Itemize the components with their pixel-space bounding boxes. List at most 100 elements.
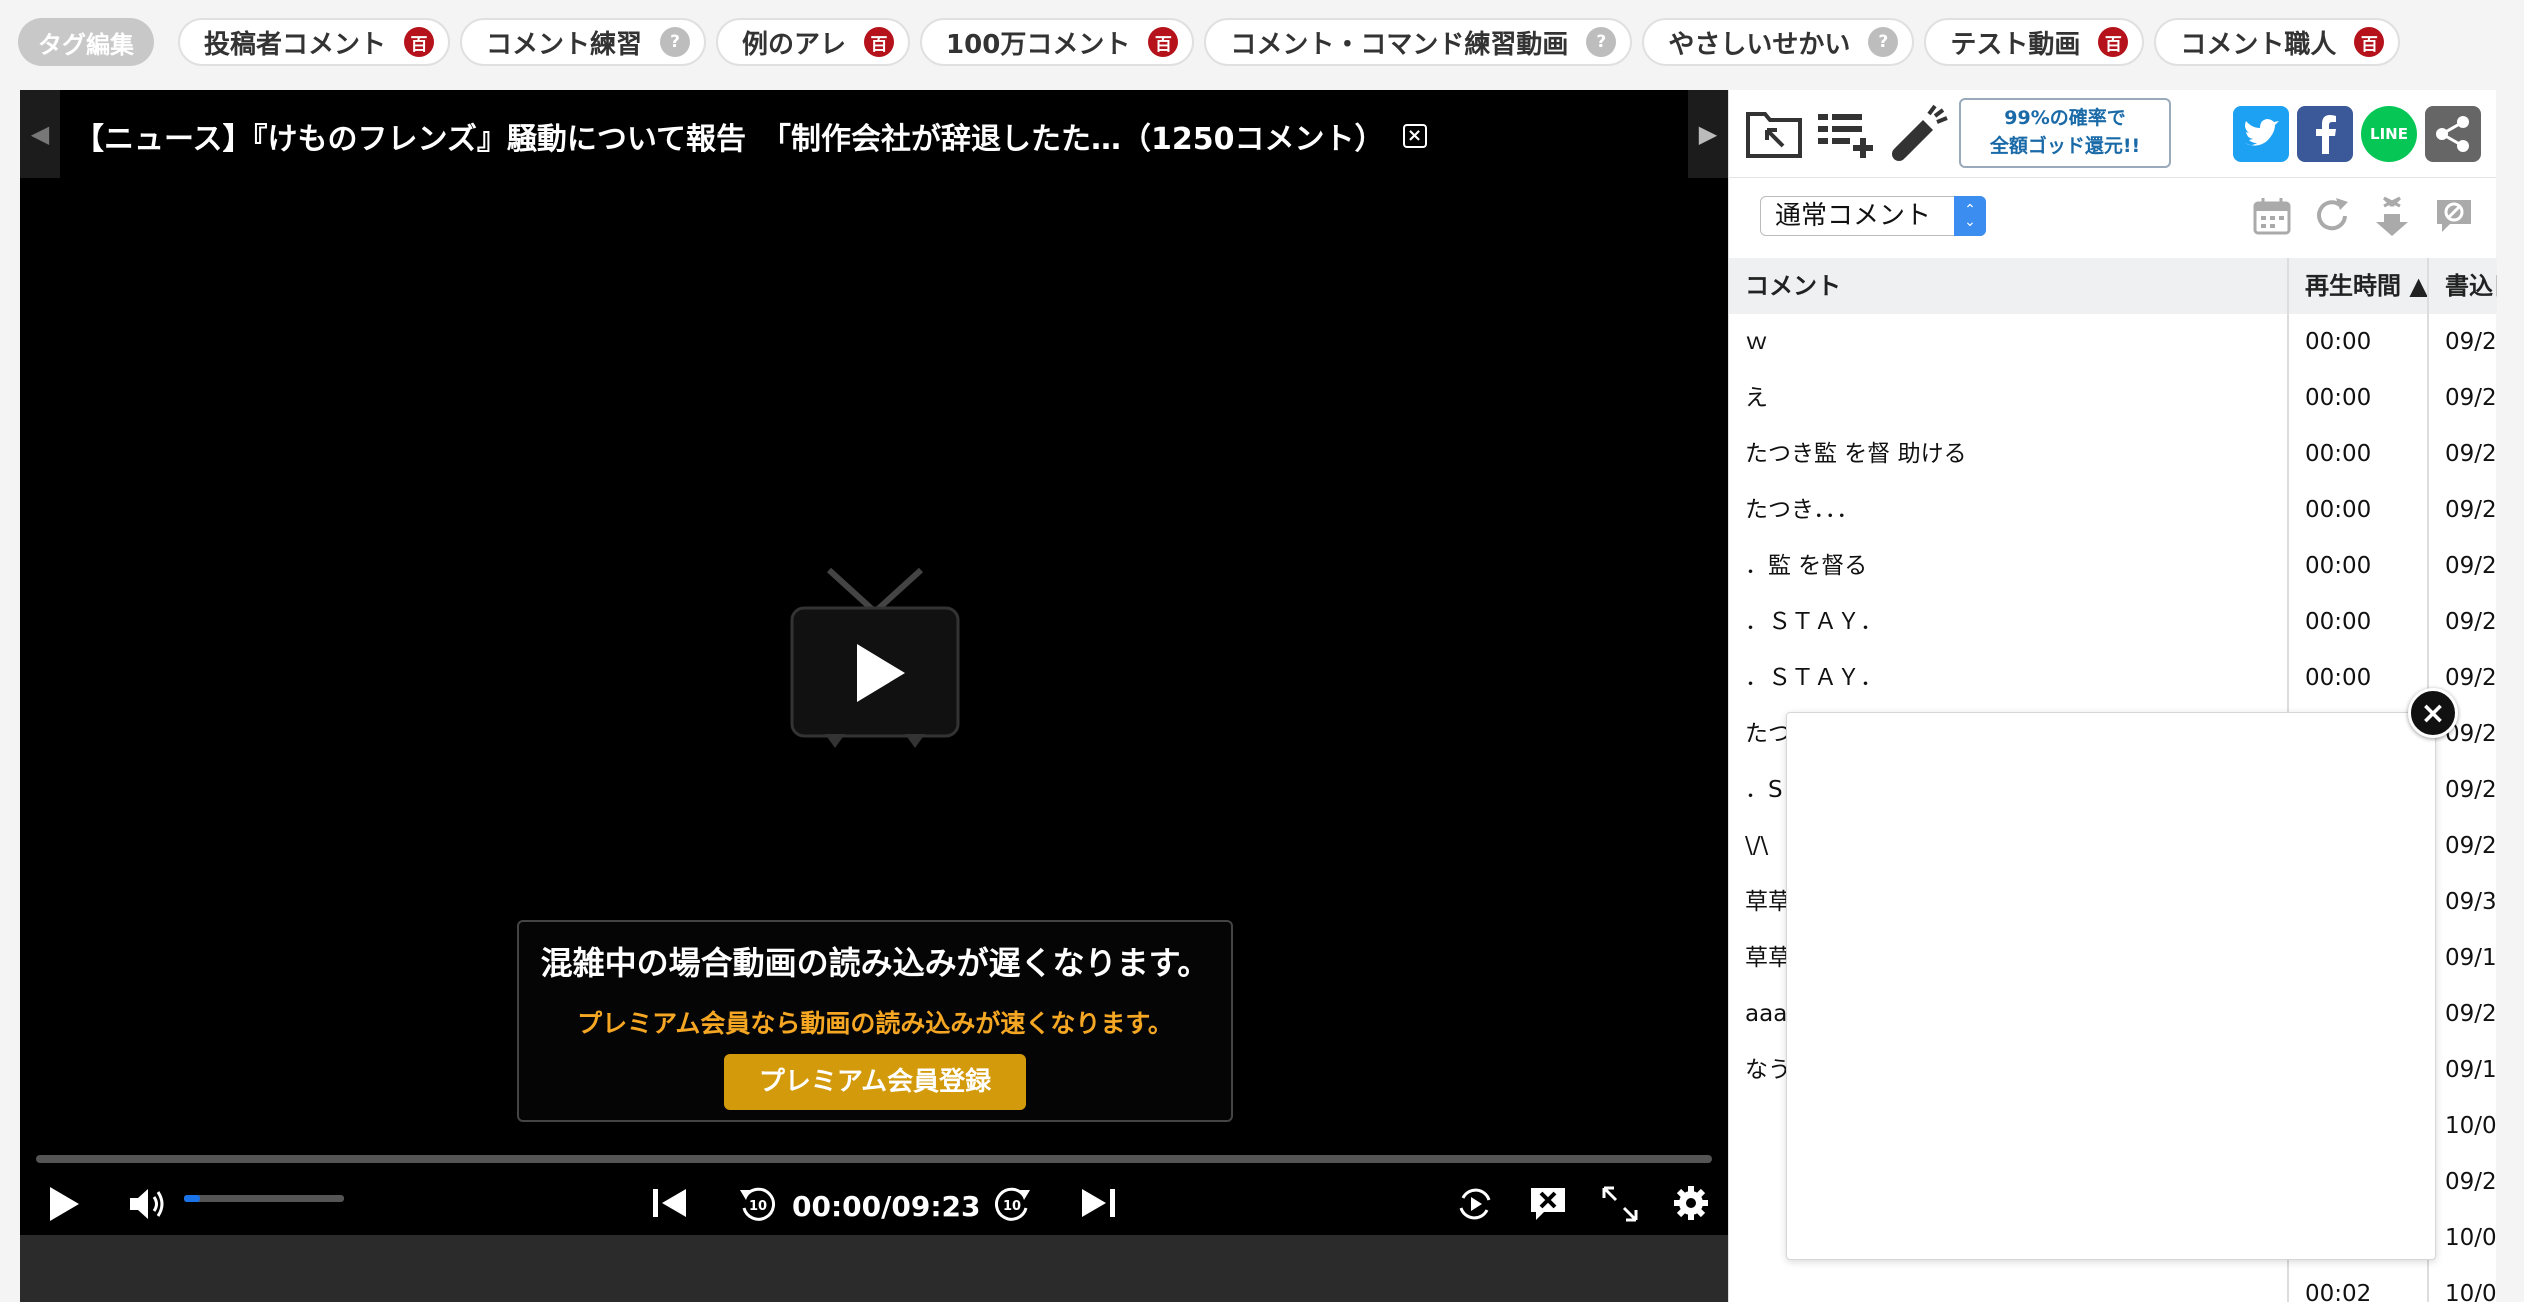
volume-icon[interactable] [128,1186,168,1222]
comment-type-select[interactable]: 通常コメント ⌃ ⌄ [1760,196,1986,236]
table-row[interactable]: ｗ 00:00 09/2 [1729,314,2497,370]
question-icon[interactable]: ? [660,27,691,57]
select-arrows-icon[interactable]: ⌃ ⌄ [1954,196,1986,236]
settings-button[interactable] [1672,1184,1710,1222]
side-toolbar: 99%の確率で 全額ゴッド還元!! LINE [1729,90,2496,178]
tag-label[interactable]: コメント職人 [2180,24,2336,61]
megaphone-icon[interactable] [1889,104,1949,162]
comment-filter-off-icon[interactable] [2434,196,2474,236]
comment-off-icon[interactable] [1528,1184,1568,1224]
posted-cell: 09/2 [2445,385,2497,411]
dictionary-icon[interactable]: 百 [2098,27,2129,57]
comment-toggle-button[interactable] [1528,1184,1568,1224]
video-player[interactable]: ◀ 【ニュース】『けものフレンズ』騒動について報告 「制作会社が辞退したた…（1… [20,90,1728,1302]
skip-to-end-icon[interactable] [1078,1186,1118,1220]
table-row[interactable]: ．ＳＴＡＹ． 00:00 09/2 [1729,650,2497,706]
fullscreen-button[interactable] [1600,1184,1640,1224]
posted-cell: 09/2 [2445,553,2497,579]
close-title-icon[interactable]: × [1402,124,1427,148]
tag-item[interactable]: 投稿者コメント 百 [178,18,451,66]
twitter-share-button[interactable] [2233,106,2289,162]
dictionary-icon[interactable]: 百 [2354,27,2385,57]
posted-cell: 09/2 [2445,833,2497,859]
table-row[interactable]: え 00:00 09/2 [1729,370,2497,426]
table-row[interactable]: ．監 を督る 00:00 09/2 [1729,538,2497,594]
table-row[interactable]: ．ＳＴＡＹ． 00:00 09/2 [1729,594,2497,650]
scroll-lock-icon[interactable] [2372,194,2412,238]
add-playlist-icon[interactable] [1815,104,1875,160]
video-title-text: 【ニュース】『けものフレンズ』騒動について報告 「制作会社が辞退したた…（125… [74,122,1385,157]
col-playtime-header[interactable]: 再生時間 ▲ [2289,258,2429,314]
tag-label[interactable]: コメント練習 [486,24,642,61]
posted-cell: 09/2 [2445,609,2497,635]
tag-label[interactable]: 例のアレ [742,24,846,61]
fullscreen-icon[interactable] [1600,1184,1640,1224]
comment-cell: たつき．．． [1729,482,2289,538]
playtime-cell: 00:00 [2289,650,2429,706]
tag-label[interactable]: 100万コメント [946,24,1130,61]
tag-label[interactable]: やさしいせかい [1668,24,1850,61]
refresh-icon[interactable] [2312,196,2352,236]
forward-10-button[interactable]: 10 [992,1184,1032,1224]
player-title-bar: ◀ 【ニュース】『けものフレンズ』騒動について報告 「制作会社が辞退したた…（1… [20,90,1728,178]
skip-start-button[interactable] [650,1186,690,1220]
volume-slider[interactable] [184,1195,344,1202]
mylist-folder-icon[interactable] [1745,104,1803,160]
tag-label[interactable]: コメント・コマンド練習動画 [1230,24,1568,61]
share-button[interactable] [2425,106,2481,162]
comment-cell: ．監 を督る [1729,538,2289,594]
play-button[interactable] [46,1184,82,1224]
dictionary-icon[interactable]: 百 [864,27,895,57]
volume-button[interactable] [128,1186,168,1222]
tag-label[interactable]: テスト動画 [1950,24,2080,61]
calendar-icon[interactable] [2252,196,2292,236]
prev-arrow-icon[interactable]: ◀ [20,90,60,178]
promo-speech-bubble[interactable]: 99%の確率で 全額ゴッド還元!! [1959,98,2171,168]
table-row[interactable]: たつき．．． 00:00 09/2 [1729,482,2497,538]
tag-item[interactable]: コメント・コマンド練習動画 ? [1204,18,1633,66]
gear-icon[interactable] [1672,1184,1710,1222]
dictionary-icon[interactable]: 百 [1148,27,1179,57]
player-bottom-bar [20,1235,1728,1302]
facebook-share-button[interactable] [2297,106,2353,162]
tag-item[interactable]: コメント練習 ? [460,18,707,66]
tag-label[interactable]: 投稿者コメント [204,24,386,61]
tag-item[interactable]: コメント職人 百 [2154,18,2401,66]
premium-register-button[interactable]: プレミアム会員登録 [724,1054,1026,1110]
col-comment-header[interactable]: コメント [1729,258,2289,314]
question-icon[interactable]: ? [1868,27,1899,57]
tag-item[interactable]: やさしいせかい ? [1642,18,1915,66]
question-icon[interactable]: ? [1586,27,1617,57]
loop-icon[interactable] [1455,1184,1495,1224]
rewind-10-button[interactable]: 10 [738,1184,778,1224]
loop-button[interactable] [1455,1184,1495,1224]
forward-10-icon[interactable]: 10 [992,1184,1032,1224]
table-row[interactable]: 00:02 10/0 [1729,1266,2497,1302]
playtime-cell: 00:00 [2289,426,2429,482]
dictionary-icon[interactable]: 百 [404,27,435,57]
playtime-cell: 00:00 [2289,370,2429,426]
close-icon[interactable]: × [2420,696,2445,731]
skip-to-start-icon[interactable] [650,1186,690,1220]
table-row[interactable]: たつき監 を督 助ける 00:00 09/2 [1729,426,2497,482]
rewind-10-icon[interactable]: 10 [738,1184,778,1224]
tag-item[interactable]: テスト動画 百 [1924,18,2145,66]
col-posted-header[interactable]: 書込日時 [2429,258,2497,314]
tag-bar: タグ編集 投稿者コメント 百 コメント練習 ? 例のアレ 百 100万コメント … [18,17,2410,67]
tag-item[interactable]: 例のアレ 百 [716,18,911,66]
popup-close-button[interactable]: × [2408,688,2458,738]
comment-cell: ｗ [1729,314,2289,370]
tag-item[interactable]: 100万コメント 百 [920,18,1195,66]
posted-cell: 09/2 [2445,1001,2497,1027]
skip-end-button[interactable] [1078,1186,1118,1220]
tag-edit-button[interactable]: タグ編集 [18,18,154,66]
posted-cell: 10/0 [2445,1113,2497,1139]
next-arrow-icon[interactable]: ▶ [1688,90,1728,178]
playtime-cell: 00:00 [2289,482,2429,538]
posted-cell: 09/3 [2445,889,2497,915]
play-icon[interactable] [46,1184,82,1224]
seek-bar[interactable] [36,1155,1712,1163]
posted-cell: 09/2 [2445,329,2497,355]
line-share-button[interactable]: LINE [2361,106,2417,162]
tv-play-icon[interactable] [789,568,961,748]
